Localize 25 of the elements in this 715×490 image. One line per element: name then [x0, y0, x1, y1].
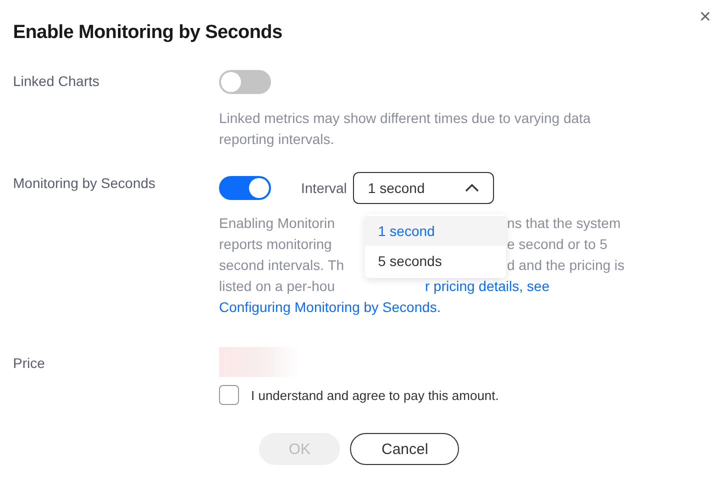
hint-text: Linked metrics may show different times due to varying data reporting intervals. — [219, 109, 592, 149]
field-label: Price — [13, 354, 46, 371]
description-text: second intervals. Th — [219, 256, 346, 275]
description-text: e second or to 5 — [507, 235, 608, 254]
dropdown-option[interactable]: 5 seconds — [365, 246, 506, 276]
cancel-button[interactable]: Cancel — [350, 433, 460, 465]
chevron-icon — [464, 184, 479, 192]
link[interactable]: Configuring Monitoring by Seconds. — [219, 297, 441, 318]
interval-select[interactable]: 1 second — [352, 172, 494, 204]
agree-text: I understand and agree to pay this amount. — [251, 388, 499, 402]
dropdown-option[interactable]: 1 second — [365, 216, 506, 246]
description-text: ns that the system — [507, 214, 622, 233]
field-label: Monitoring by Seconds — [13, 174, 156, 191]
field-label: Linked Charts — [13, 72, 100, 89]
dialog-title: Enable Monitoring by Seconds — [13, 22, 284, 44]
checkbox[interactable] — [219, 385, 239, 405]
toggle-switch[interactable] — [219, 70, 271, 94]
description-text: Enabling Monitorin — [219, 214, 336, 233]
close-button[interactable]: × — [693, 6, 715, 29]
interval-label: Interval — [301, 180, 347, 196]
description-text: listed on a per-hou — [219, 277, 336, 296]
link[interactable]: r pricing details, see — [425, 276, 625, 297]
description-text: reports monitoring — [219, 235, 333, 254]
toggle-switch[interactable] — [219, 176, 271, 200]
description-text: d and the pricing is — [507, 256, 625, 275]
